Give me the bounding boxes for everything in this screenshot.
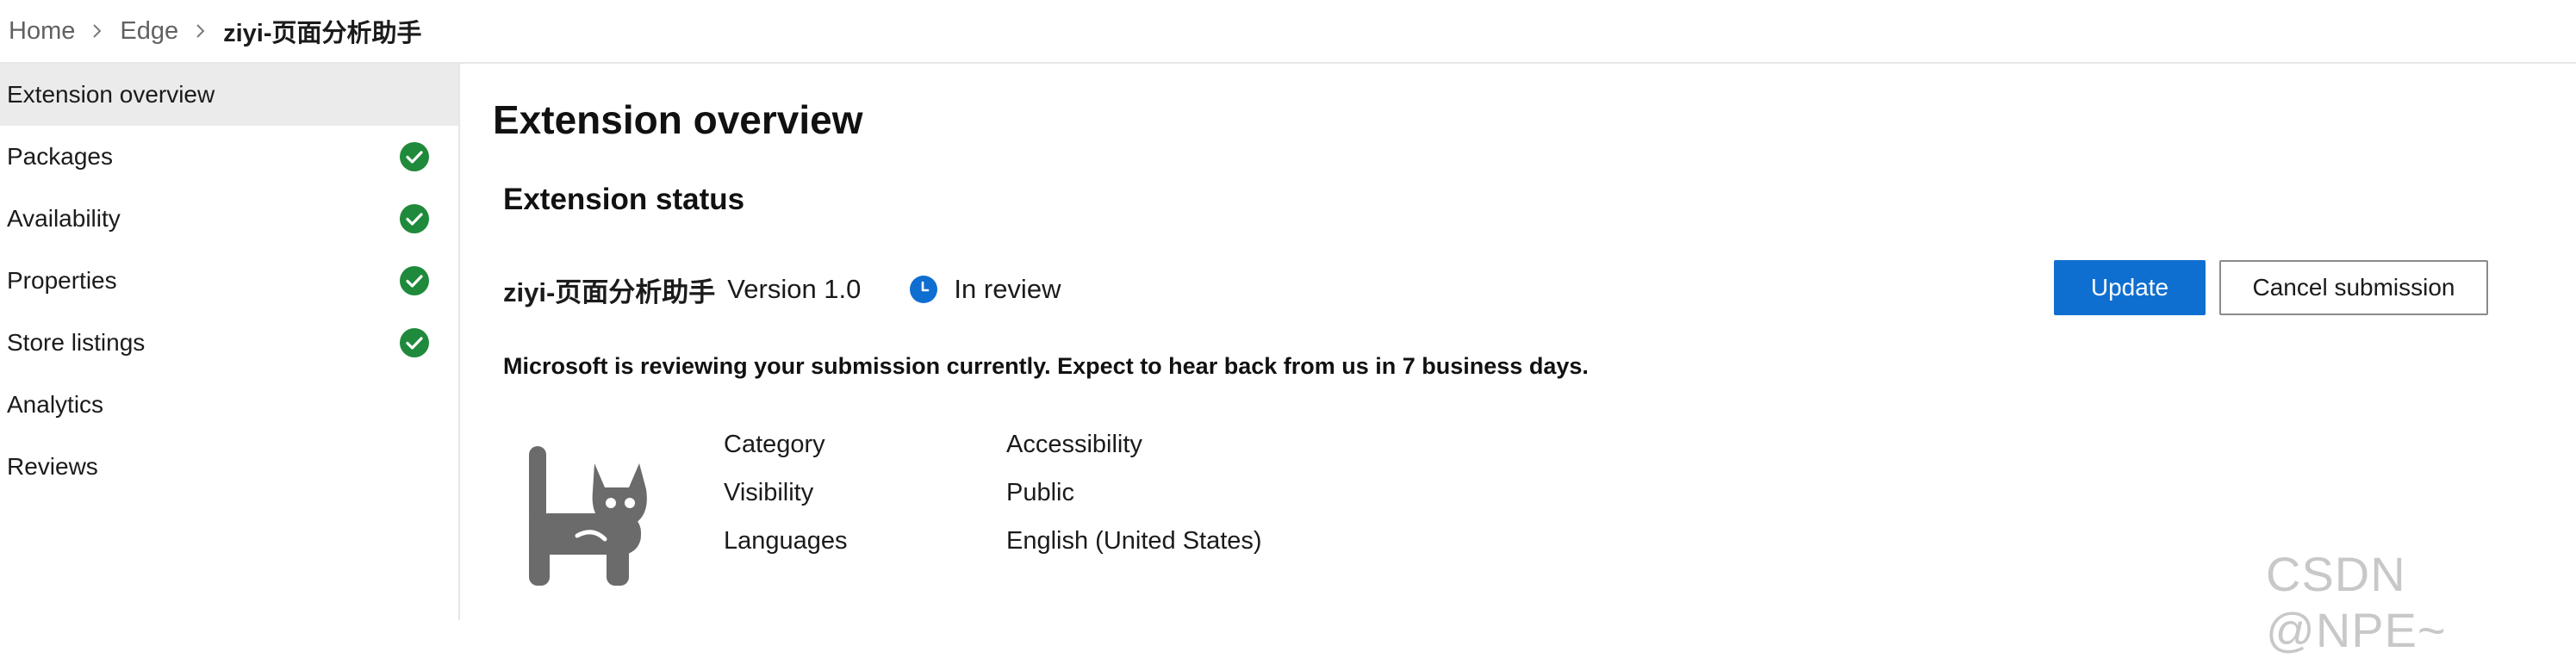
sidebar-item-availability[interactable]: Availability bbox=[0, 188, 458, 250]
sidebar-item-store-listings[interactable]: Store listings bbox=[0, 312, 458, 374]
detail-label: Languages bbox=[724, 526, 848, 555]
main-content: Extension overview Extension status ziyi… bbox=[493, 64, 2576, 620]
extension-details: Category Accessibility Visibility Public… bbox=[724, 420, 1262, 565]
status-badge: In review bbox=[909, 274, 1061, 305]
cat-icon bbox=[529, 446, 647, 586]
extension-status-row: ziyi-页面分析助手 Version 1.0 In review bbox=[503, 265, 1061, 313]
sidebar-item-properties[interactable]: Properties bbox=[0, 250, 458, 312]
sidebar-item-label: Reviews bbox=[7, 453, 98, 480]
watermark-text: CSDN @NPE~ bbox=[2266, 547, 2447, 657]
check-circle-icon bbox=[400, 204, 429, 233]
breadcrumb-edge[interactable]: Edge bbox=[120, 17, 178, 46]
detail-row-languages: Languages English (United States) bbox=[724, 517, 1262, 565]
sidebar-item-label: Analytics bbox=[7, 391, 104, 418]
chevron-right-icon bbox=[194, 22, 208, 40]
check-circle-icon bbox=[400, 266, 429, 295]
detail-label: Visibility bbox=[724, 478, 814, 506]
clock-icon bbox=[910, 276, 938, 303]
extension-name: ziyi-页面分析助手 bbox=[503, 276, 716, 307]
cancel-submission-button[interactable]: Cancel submission bbox=[2219, 260, 2488, 315]
check-circle-icon bbox=[400, 328, 429, 357]
detail-label: Category bbox=[724, 430, 825, 458]
page-title: Extension overview bbox=[493, 97, 863, 142]
breadcrumb: Home Edge ziyi-页面分析助手 bbox=[0, 0, 2576, 64]
detail-row-visibility: Visibility Public bbox=[724, 469, 1262, 517]
sidebar-item-packages[interactable]: Packages bbox=[0, 126, 458, 188]
detail-value: Public bbox=[1006, 478, 1074, 506]
review-notice: Microsoft is reviewing your submission c… bbox=[503, 353, 1589, 379]
detail-value: Accessibility bbox=[1006, 430, 1142, 458]
breadcrumb-current: ziyi-页面分析助手 bbox=[223, 20, 422, 47]
sidebar-item-label: Packages bbox=[7, 143, 113, 170]
breadcrumb-home[interactable]: Home bbox=[9, 17, 75, 46]
detail-value: English (United States) bbox=[1006, 526, 1262, 555]
extension-version: Version 1.0 bbox=[727, 274, 862, 304]
sidebar-nav: Extension overview Packages Availability… bbox=[0, 64, 460, 620]
sidebar-item-label: Properties bbox=[7, 267, 117, 294]
sidebar-item-extension-overview[interactable]: Extension overview bbox=[0, 64, 458, 126]
sidebar-item-label: Store listings bbox=[7, 329, 146, 356]
update-button[interactable]: Update bbox=[2054, 260, 2206, 315]
sidebar-item-reviews[interactable]: Reviews bbox=[0, 436, 458, 498]
chevron-right-icon bbox=[90, 22, 104, 40]
sidebar-item-label: Availability bbox=[7, 205, 121, 232]
detail-row-category: Category Accessibility bbox=[724, 420, 1262, 469]
section-title: Extension status bbox=[503, 183, 745, 216]
status-text: In review bbox=[954, 274, 1061, 304]
sidebar-item-label: Extension overview bbox=[7, 81, 215, 108]
check-circle-icon bbox=[400, 142, 429, 171]
sidebar-item-analytics[interactable]: Analytics bbox=[0, 374, 458, 436]
